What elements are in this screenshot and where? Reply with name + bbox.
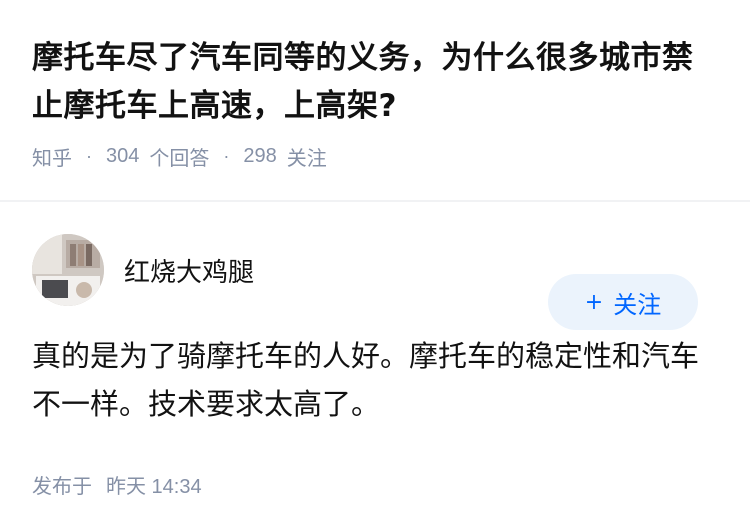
question-meta: 知乎 · 304 个回答 · 298 关注 xyxy=(32,142,718,171)
question-title[interactable]: 摩托车尽了汽车同等的义务，为什么很多城市禁止摩托车上高速，上高架? xyxy=(32,34,718,130)
publish-info: 发布于 昨天 14:34 xyxy=(32,470,718,499)
follow-button-label: 关注 xyxy=(613,290,662,319)
question-header: 摩托车尽了汽车同等的义务，为什么很多城市禁止摩托车上高速，上高架? 知乎 · 3… xyxy=(0,0,750,170)
answer-count-label[interactable]: 个回答 xyxy=(149,142,209,171)
avatar[interactable] xyxy=(32,234,104,306)
published-time: 昨天 14:34 xyxy=(106,476,202,498)
source-label[interactable]: 知乎 xyxy=(32,142,72,171)
follower-count-label[interactable]: 关注 xyxy=(287,142,327,171)
published-label: 发布于 xyxy=(32,476,92,498)
answer-count: 304 xyxy=(106,145,140,167)
section-divider xyxy=(0,200,750,202)
answer-card: 红烧大鸡腿 + 关注 真的是为了骑摩托车的人好。摩托车的稳定性和汽车不一样。技术… xyxy=(0,234,750,499)
follower-count: 298 xyxy=(243,145,277,167)
separator-dot: · xyxy=(86,146,92,166)
separator-dot: · xyxy=(223,146,230,166)
follow-button[interactable]: + 关注 xyxy=(548,274,698,330)
answer-content[interactable]: 真的是为了骑摩托车的人好。摩托车的稳定性和汽车不一样。技术要求太高了。 xyxy=(32,332,712,428)
plus-icon: + xyxy=(584,289,604,315)
author-name[interactable]: 红烧大鸡腿 xyxy=(124,252,254,289)
avatar-image xyxy=(32,234,104,306)
